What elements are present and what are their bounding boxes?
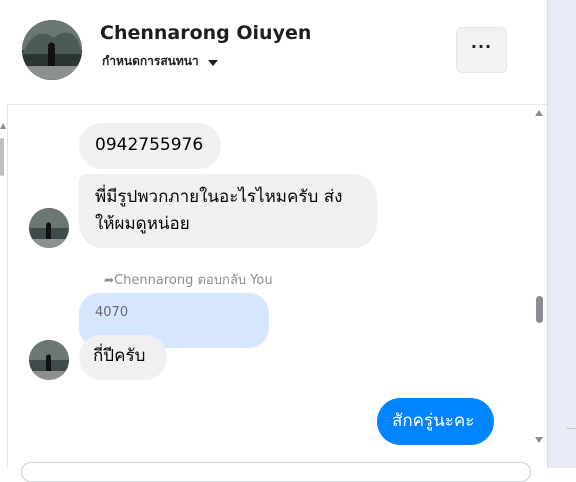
caret-down-icon <box>207 59 218 66</box>
quoted-message-text: 4070 <box>95 305 129 320</box>
message-text: พี่มีรูปพวกภายในอะไรไหมครับ ส่งให้ผมดูหน… <box>95 187 343 234</box>
reply-label-text: Chennarong ตอบกลับ You <box>114 273 273 288</box>
right-side-background <box>547 0 576 468</box>
reply-arrow-icon: ➦ <box>104 273 115 287</box>
more-options-button[interactable]: ··· <box>456 27 507 73</box>
right-divider <box>566 428 576 429</box>
message-bubble-incoming[interactable]: กี่ปีครับ <box>79 335 167 380</box>
left-scroll-up-icon[interactable]: ▲ <box>0 122 6 130</box>
message-input[interactable] <box>21 462 531 482</box>
left-scrollbar-thumb[interactable] <box>0 138 4 176</box>
conversation-header: Chennarong Oiuyen กำหนดการสนทนา ··· <box>7 0 547 105</box>
message-text: กี่ปีครับ <box>93 346 146 366</box>
message-bubble-incoming[interactable]: 0942755976 <box>79 123 221 169</box>
more-dots-icon: ··· <box>470 37 493 56</box>
scroll-down-icon[interactable] <box>535 437 543 443</box>
scroll-up-icon[interactable] <box>535 110 543 116</box>
message-text: สักครู่นะคะ <box>392 411 475 431</box>
messages-scrollbar-thumb[interactable] <box>536 296 543 323</box>
message-bubble-incoming[interactable]: พี่มีรูปพวกภายในอะไรไหมครับ ส่งให้ผมดูหน… <box>79 174 377 248</box>
avatar-photo <box>29 340 69 380</box>
message-text: 0942755976 <box>95 135 204 155</box>
avatar-photo <box>22 20 82 80</box>
reply-indicator: ➦Chennarong ตอบกลับ You <box>104 269 273 290</box>
sender-avatar[interactable] <box>29 340 69 380</box>
conversation-settings-label: กำหนดการสนทนา <box>102 54 199 68</box>
conversation-settings-dropdown[interactable]: กำหนดการสนทนา <box>102 52 218 71</box>
message-bubble-outgoing[interactable]: สักครู่นะคะ <box>377 398 494 445</box>
contact-avatar[interactable] <box>22 20 82 80</box>
avatar-photo <box>29 208 69 248</box>
sender-avatar[interactable] <box>29 208 69 248</box>
contact-name: Chennarong Oiuyen <box>100 22 312 44</box>
